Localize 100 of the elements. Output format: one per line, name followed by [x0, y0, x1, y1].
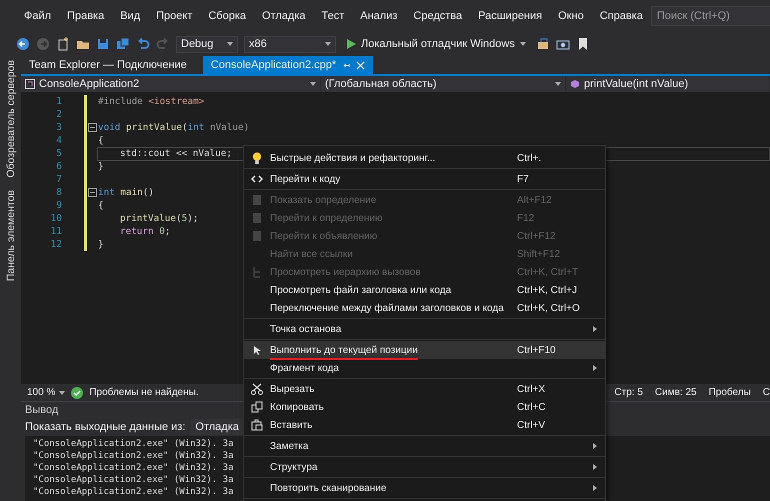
- menu-item[interactable]: Файл: [16, 10, 60, 22]
- zoom-dropdown[interactable]: 100 %: [27, 387, 66, 398]
- search-field[interactable]: Поиск (Ctrl+Q): [650, 6, 770, 26]
- output-panel-title: Вывод: [25, 403, 58, 418]
- collapse-icon[interactable]: [88, 123, 96, 132]
- menu-item[interactable]: Анализ: [352, 10, 406, 22]
- side-panel-tab[interactable]: Панель элементов: [4, 190, 16, 281]
- output-line: "ConsoleApplication2.exe" (Win32). За: [32, 486, 234, 498]
- context-menu-item[interactable]: Заметка: [244, 437, 605, 455]
- hierarchy-icon: [252, 266, 262, 278]
- paste-icon: [251, 419, 263, 431]
- code-line: {: [97, 134, 105, 148]
- line-number: 2: [55, 109, 62, 120]
- whitespace-indicator: Пробелы: [708, 387, 751, 398]
- document-tab[interactable]: Team Explorer — Подключение: [21, 56, 195, 74]
- scissors-icon: [251, 383, 263, 395]
- member-dropdown[interactable]: printValue(int nValue): [566, 76, 770, 92]
- output-line: "ConsoleApplication2.exe" (Win32). За: [32, 450, 234, 462]
- line-number: 6: [55, 161, 62, 172]
- copy-icon: [251, 401, 263, 413]
- line-number: 9: [55, 200, 62, 211]
- context-menu-item[interactable]: Перейти к коду F7: [244, 170, 605, 188]
- context-menu-item[interactable]: Просмотреть файл заголовка или кода Ctrl+K, Ctrl+J: [244, 281, 605, 299]
- submenu-arrow-icon: [593, 485, 597, 491]
- menu-item[interactable]: Тест: [314, 10, 352, 22]
- platform-dropdown[interactable]: x86: [244, 36, 336, 52]
- caret-icon: [227, 42, 233, 46]
- menu-item[interactable]: Расширения: [470, 10, 550, 22]
- side-panel-tab[interactable]: Обозреватель серверов: [4, 60, 16, 178]
- save-all-icon[interactable]: [116, 37, 130, 51]
- status-text: С: [762, 387, 770, 398]
- document-tab[interactable]: ConsoleApplication2.cpp*: [202, 56, 374, 74]
- menu-item[interactable]: Отладка: [254, 10, 314, 22]
- code-line: return 0;: [119, 224, 172, 238]
- project-dropdown[interactable]: ConsoleApplication2: [21, 76, 321, 92]
- cursor-icon: [252, 344, 262, 356]
- context-menu-item[interactable]: Быстрые действия и рефакторинг... Ctrl+.: [244, 149, 605, 167]
- context-menu-item[interactable]: Структура: [244, 458, 605, 476]
- code-line: }: [97, 238, 105, 252]
- context-menu-item[interactable]: Выполнить до текущей позиции Ctrl+F10: [244, 341, 605, 359]
- context-menu-item[interactable]: Копировать Ctrl+C: [244, 398, 605, 416]
- new-project-icon[interactable]: [56, 37, 70, 51]
- context-menu-item[interactable]: Точка останова: [244, 320, 605, 338]
- run-debugger-button[interactable]: Локальный отладчик Windows: [342, 38, 530, 50]
- document-icon: [252, 194, 262, 206]
- submenu-arrow-icon: [593, 365, 597, 371]
- menu-item[interactable]: Проект: [148, 10, 200, 22]
- menu-item[interactable]: Правка: [59, 10, 112, 22]
- output-source-label: Показать выходные данные из:: [25, 421, 186, 433]
- scope-dropdown[interactable]: (Глобальная область): [321, 76, 566, 92]
- method-icon: [570, 79, 580, 89]
- caret-icon: [310, 82, 316, 86]
- menu-item[interactable]: Справка: [592, 10, 651, 22]
- context-menu-item[interactable]: Переключение между файлами заголовков и кода Ctrl+K, Ctrl+O: [244, 299, 605, 317]
- code-line: void printValue(int nValue): [97, 120, 250, 134]
- document-icon: [252, 212, 262, 224]
- submenu-arrow-icon: [593, 443, 597, 449]
- close-icon[interactable]: [356, 60, 366, 70]
- line-number: 11: [50, 226, 62, 237]
- lightbulb-icon: [252, 152, 262, 164]
- save-icon[interactable]: [96, 37, 110, 51]
- attach-icon[interactable]: [536, 37, 550, 51]
- code-line: #include <iostream>: [97, 94, 206, 108]
- output-line: "ConsoleApplication2.exe" (Win32). За: [32, 462, 234, 474]
- line-number: 4: [55, 135, 62, 146]
- submenu-arrow-icon: [593, 464, 597, 470]
- line-number: 12: [50, 239, 62, 250]
- document-icon: [252, 230, 262, 242]
- menu-item[interactable]: Сборка: [200, 10, 254, 22]
- line-number: 5: [55, 148, 62, 159]
- line-number: 7: [55, 174, 62, 185]
- context-menu-item[interactable]: Вырезать Ctrl+X: [244, 380, 605, 398]
- menu-item[interactable]: Вид: [112, 10, 148, 22]
- problems-status: Проблемы не найдены.: [89, 387, 199, 398]
- caret-icon: [325, 42, 331, 46]
- collapse-icon[interactable]: [88, 188, 96, 197]
- caret-icon: [520, 42, 526, 46]
- play-icon: [346, 39, 356, 49]
- context-menu-item[interactable]: Повторить сканирование: [244, 479, 605, 497]
- output-line: "ConsoleApplication2.exe" (Win32). За: [32, 474, 234, 486]
- caret-icon: [59, 390, 66, 394]
- code-line: printValue(5);: [119, 212, 200, 226]
- output-line: "ConsoleApplication2.exe" (Win32). За: [32, 438, 234, 450]
- undo-icon[interactable]: [136, 37, 150, 51]
- menu-item[interactable]: Средства: [405, 10, 470, 22]
- line-number: 8: [55, 187, 62, 198]
- code-line: }: [97, 160, 105, 174]
- code-brackets-icon: [251, 175, 263, 183]
- code-line: {: [97, 198, 105, 212]
- line-number: 3: [55, 122, 62, 133]
- column-indicator: Симв: 25: [654, 387, 697, 398]
- code-line: int main(): [97, 186, 155, 200]
- line-number: 1: [55, 96, 62, 107]
- configuration-dropdown[interactable]: Debug: [176, 36, 238, 52]
- pin-icon[interactable]: [342, 60, 352, 70]
- context-menu-item[interactable]: Фрагмент кода: [244, 359, 605, 377]
- menu-item[interactable]: Окно: [550, 10, 592, 22]
- line-indicator: Стр: 5: [614, 387, 643, 398]
- check-icon: [71, 386, 84, 398]
- project-icon: [25, 79, 35, 89]
